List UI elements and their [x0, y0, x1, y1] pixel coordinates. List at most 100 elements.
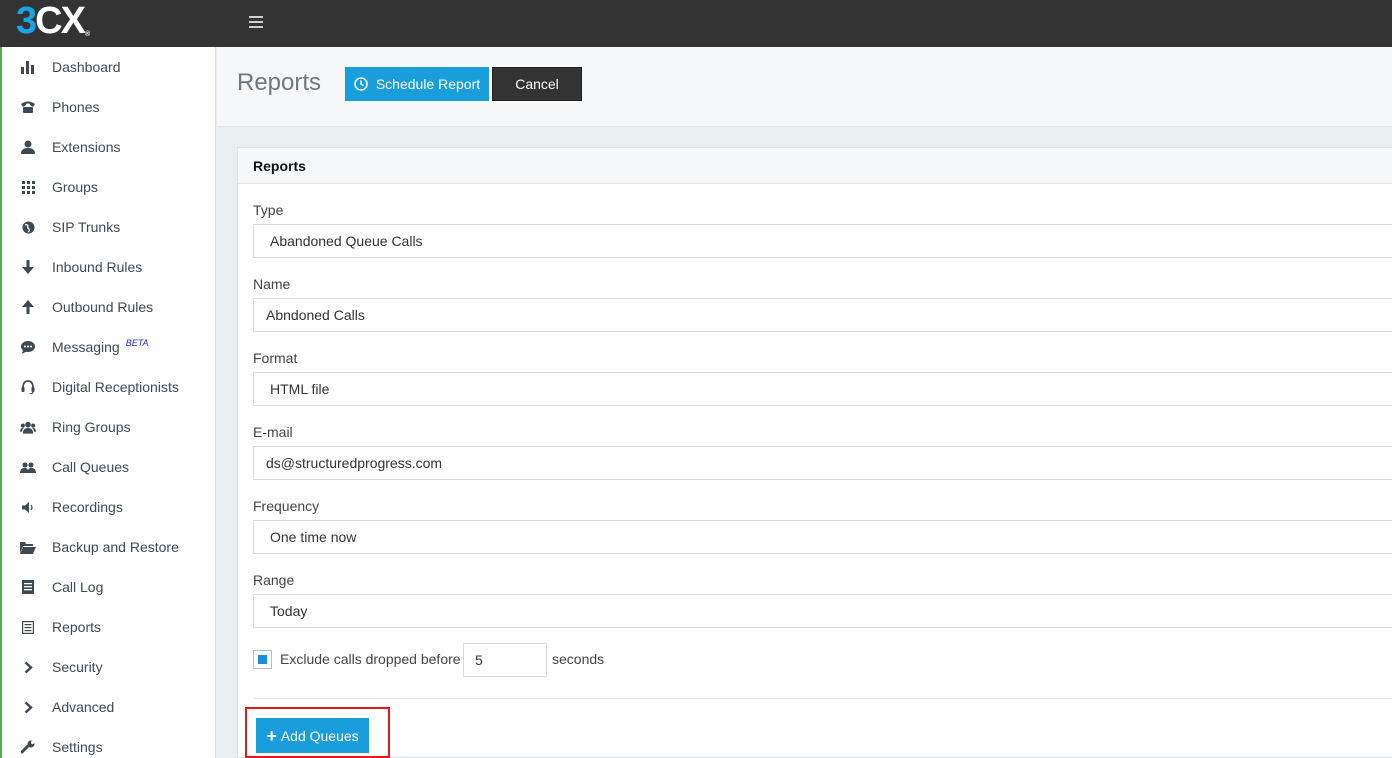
sidebar-item-label: Call Queues	[52, 459, 130, 475]
sidebar-item-inbound-rules[interactable]: Inbound Rules	[2, 247, 216, 287]
sidebar-item-dashboard[interactable]: Dashboard	[2, 47, 216, 87]
bar-chart-icon	[20, 59, 36, 75]
email-input-value: ds@structuredprogress.com	[266, 455, 443, 471]
speaker-icon	[20, 499, 36, 515]
frequency-select[interactable]: One time now	[253, 520, 1392, 554]
type-label: Type	[253, 202, 284, 218]
name-input-value: Abndoned Calls	[266, 307, 365, 323]
hamburger-menu-icon[interactable]	[249, 16, 263, 28]
seconds-label: seconds	[552, 651, 605, 667]
chat-icon	[20, 339, 36, 355]
logo-registered-mark: ®	[84, 30, 91, 38]
logo-3: 3	[16, 0, 37, 42]
panel-header: Reports	[238, 148, 1392, 184]
sidebar-item-label: Call Log	[52, 579, 104, 595]
format-label: Format	[253, 350, 298, 366]
panel-title: Reports	[253, 158, 306, 174]
sidebar-item-messaging[interactable]: Messaging BETA	[2, 327, 216, 367]
sidebar-item-reports[interactable]: Reports	[2, 607, 216, 647]
sidebar-item-sip-trunks[interactable]: SIP Trunks	[2, 207, 216, 247]
arrow-up-icon	[20, 299, 36, 315]
sidebar-item-label: Reports	[52, 619, 102, 635]
schedule-report-button[interactable]: Schedule Report	[345, 67, 489, 101]
name-input[interactable]: Abndoned Calls	[253, 298, 1392, 332]
sidebar-item-label: Digital Receptionists	[52, 379, 179, 395]
arrow-down-icon	[20, 259, 36, 275]
add-queues-label: Add Queues	[280, 727, 359, 744]
sidebar-item-label: Backup and Restore	[52, 539, 179, 555]
range-label: Range	[253, 572, 295, 588]
sidebar-item-outbound-rules[interactable]: Outbound Rules	[2, 287, 216, 327]
user-icon	[20, 139, 36, 155]
sidebar-item-label: Messaging BETA	[52, 338, 149, 355]
email-input[interactable]: ds@structuredprogress.com	[253, 446, 1392, 480]
user-group-icon	[20, 459, 36, 475]
sidebar-item-security[interactable]: Security	[2, 647, 216, 687]
chevron-right-icon	[20, 659, 36, 675]
range-select-value: Today	[270, 603, 308, 619]
sidebar-item-label: Security	[52, 659, 103, 675]
page-header: Reports Schedule Report Cancel	[217, 47, 1392, 127]
type-select-value: Abandoned Queue Calls	[270, 233, 423, 249]
sidebar-item-label: Inbound Rules	[52, 259, 143, 275]
sidebar-item-call-log[interactable]: Call Log	[2, 567, 216, 607]
clock-icon	[354, 77, 368, 91]
name-label: Name	[253, 276, 291, 292]
sidebar-item-label: Outbound Rules	[52, 299, 154, 315]
sidebar-item-label: Advanced	[52, 699, 115, 715]
sidebar-item-label: Dashboard	[52, 59, 121, 75]
sidebar-item-advanced[interactable]: Advanced	[2, 687, 216, 727]
email-label: E-mail	[253, 424, 293, 440]
frequency-select-value: One time now	[270, 529, 357, 545]
sidebar-item-backup-and-restore[interactable]: Backup and Restore	[2, 527, 216, 567]
page-title: Reports	[237, 69, 322, 96]
sidebar-item-label: Phones	[52, 99, 100, 115]
range-select[interactable]: Today	[253, 594, 1392, 628]
wrench-icon	[20, 739, 36, 755]
exclude-seconds-value: 5	[475, 652, 483, 668]
sidebar-item-label: Settings	[52, 739, 103, 755]
sidebar-item-label: Recordings	[52, 499, 123, 515]
sidebar-item-label: Extensions	[52, 139, 121, 155]
logo-c: C	[35, 0, 62, 42]
headset-icon	[20, 379, 36, 395]
sidebar-item-groups[interactable]: Groups	[2, 167, 216, 207]
beta-badge: BETA	[125, 338, 149, 348]
phone-icon	[20, 99, 36, 115]
format-select-value: HTML file	[270, 381, 330, 397]
cancel-button[interactable]: Cancel	[492, 67, 582, 101]
format-select[interactable]: HTML file	[253, 372, 1392, 406]
chevron-right-icon	[20, 699, 36, 715]
sidebar-item-label: Groups	[52, 179, 98, 195]
add-queues-button[interactable]: + Add Queues	[256, 718, 369, 753]
reports-panel: Reports Type Abandoned Queue Calls Name …	[237, 147, 1392, 758]
folder-open-icon	[20, 539, 36, 555]
checkbox-checked-mark	[258, 655, 267, 664]
list-icon	[20, 579, 36, 595]
exclude-seconds-input[interactable]: 5	[463, 643, 547, 677]
plus-icon: +	[266, 725, 277, 746]
divider	[253, 698, 1392, 699]
messaging-label: Messaging	[52, 339, 120, 355]
sidebar: Dashboard Phones Extensions Groups SIP T…	[0, 47, 216, 758]
sidebar-item-settings[interactable]: Settings	[2, 727, 216, 758]
grid-icon	[20, 179, 36, 195]
sidebar-item-recordings[interactable]: Recordings	[2, 487, 216, 527]
sidebar-item-label: SIP Trunks	[52, 219, 121, 235]
sidebar-item-ring-groups[interactable]: Ring Groups	[2, 407, 216, 447]
sidebar-item-phones[interactable]: Phones	[2, 87, 216, 127]
users-icon	[20, 419, 36, 435]
sidebar-item-digital-receptionists[interactable]: Digital Receptionists	[2, 367, 216, 407]
3cx-logo[interactable]: 3 C X ®	[16, 0, 91, 42]
report-icon	[20, 619, 36, 635]
top-bar: 3 C X ®	[0, 0, 1392, 47]
sidebar-item-label: Ring Groups	[52, 419, 131, 435]
logo-x: X	[60, 0, 86, 42]
type-select[interactable]: Abandoned Queue Calls	[253, 224, 1392, 258]
exclude-calls-checkbox[interactable]	[253, 650, 272, 669]
sidebar-item-extensions[interactable]: Extensions	[2, 127, 216, 167]
exclude-calls-label: Exclude calls dropped before	[280, 651, 461, 667]
sidebar-item-call-queues[interactable]: Call Queues	[2, 447, 216, 487]
frequency-label: Frequency	[253, 498, 320, 514]
globe-icon	[20, 219, 36, 235]
